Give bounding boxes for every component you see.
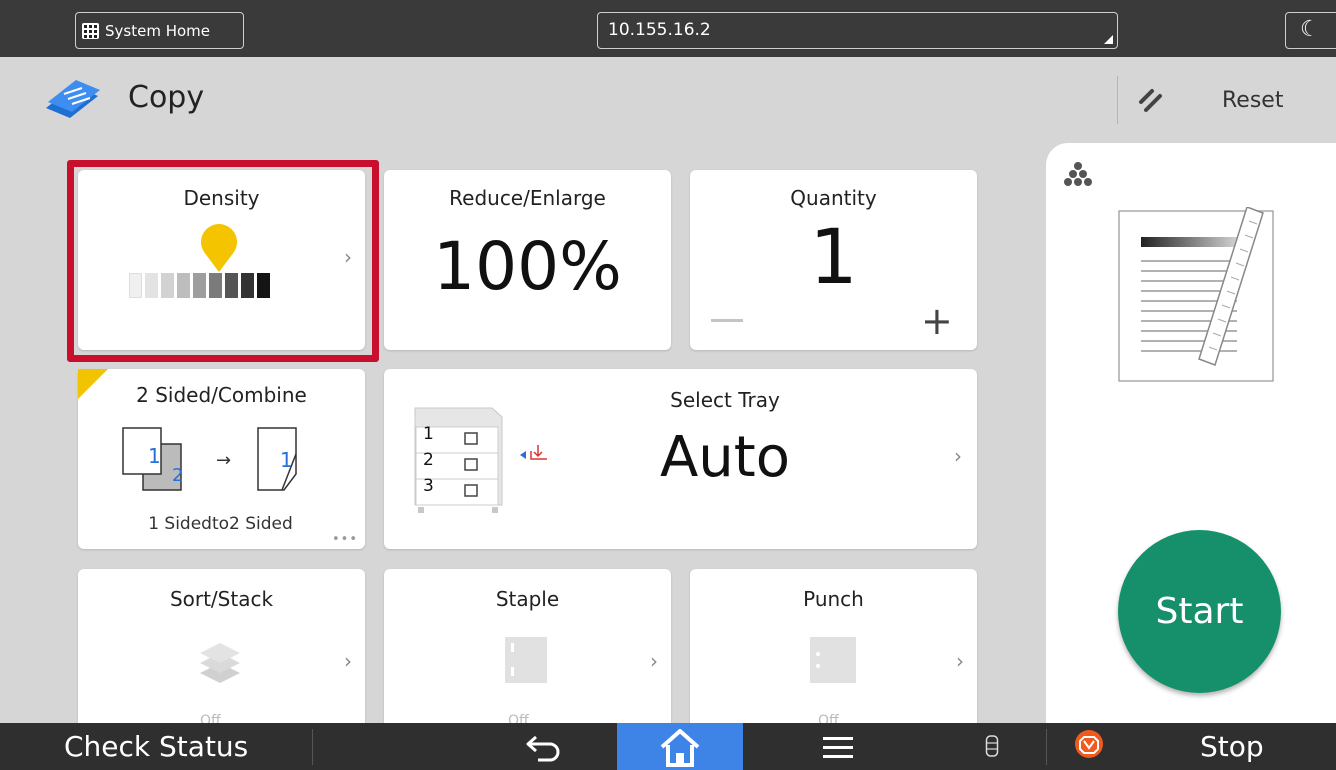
stop-icon[interactable] — [1074, 729, 1104, 759]
dropdown-corner-icon — [1104, 35, 1113, 44]
reduce-enlarge-title: Reduce/Enlarge — [449, 186, 606, 210]
two-sided-subtitle: 1 Sidedto2 Sided — [148, 514, 293, 534]
reset-icon — [1139, 89, 1162, 112]
chevron-right-icon: › — [954, 444, 962, 468]
select-tray-title: Select Tray — [670, 388, 780, 412]
paper-stack-icon — [200, 643, 240, 683]
reset-label: Reset — [1222, 87, 1284, 113]
check-status-button[interactable]: Check Status — [0, 723, 312, 770]
bottom-divider — [312, 729, 313, 765]
more-options-icon[interactable]: ••• — [332, 532, 358, 547]
page-two-label: 2 — [172, 465, 184, 486]
menu-icon — [823, 736, 853, 758]
toner-dots-icon[interactable] — [1062, 160, 1094, 200]
reduce-enlarge-value: 100% — [433, 228, 622, 305]
chevron-right-icon: › — [956, 649, 964, 673]
staple-title: Staple — [495, 587, 560, 611]
address-field[interactable]: 10.155.16.2 — [597, 12, 1118, 49]
system-home-button[interactable]: System Home — [75, 12, 244, 49]
sort-stack-title: Sort/Stack — [169, 587, 274, 611]
result-page-label: 1 — [280, 448, 293, 472]
reduce-enlarge-tile[interactable]: Reduce/Enlarge 100% — [384, 170, 671, 350]
moon-icon: ☾ — [1300, 17, 1320, 42]
quantity-value: 1 — [809, 212, 858, 301]
copy-icon — [46, 80, 100, 118]
setting-changed-marker — [78, 369, 108, 399]
tray-one-label: 1 — [423, 424, 434, 444]
tray-two-label: 2 — [423, 450, 434, 470]
system-home-label: System Home — [105, 21, 210, 40]
page-title: Copy — [128, 80, 205, 115]
address-text: 10.155.16.2 — [608, 20, 711, 40]
two-sided-title: 2 Sided/Combine — [136, 383, 307, 407]
select-tray-value: Auto — [659, 425, 791, 490]
punch-title: Punch — [803, 587, 864, 611]
svg-text:→: → — [216, 450, 231, 471]
chevron-right-icon: › — [650, 649, 658, 673]
quantity-increase-button[interactable]: + — [921, 302, 953, 340]
reset-button[interactable]: Reset — [1120, 70, 1336, 130]
chevron-right-icon: › — [344, 649, 352, 673]
quantity-decrease-button[interactable] — [711, 319, 743, 322]
energy-saver-button[interactable]: ☾ — [1285, 12, 1336, 49]
punch-icon — [810, 637, 856, 683]
start-button[interactable]: Start — [1118, 530, 1281, 693]
tray-three-label: 3 — [423, 476, 434, 496]
stop-button[interactable]: Stop — [1200, 723, 1264, 770]
quantity-title: Quantity — [790, 186, 877, 210]
home-button[interactable] — [617, 723, 743, 770]
copy-preview-icon[interactable] — [1117, 207, 1277, 383]
home-icon — [660, 728, 700, 767]
header-divider — [1117, 76, 1118, 124]
back-button[interactable] — [470, 723, 617, 770]
staple-icon — [505, 637, 547, 683]
density-highlight-frame — [67, 160, 379, 362]
back-arrow-icon — [526, 735, 559, 761]
bottom-divider — [1046, 729, 1047, 765]
grid-icon — [82, 22, 99, 39]
storage-icon — [985, 735, 999, 757]
menu-button[interactable] — [790, 723, 886, 770]
page-one-label: 1 — [148, 444, 161, 468]
